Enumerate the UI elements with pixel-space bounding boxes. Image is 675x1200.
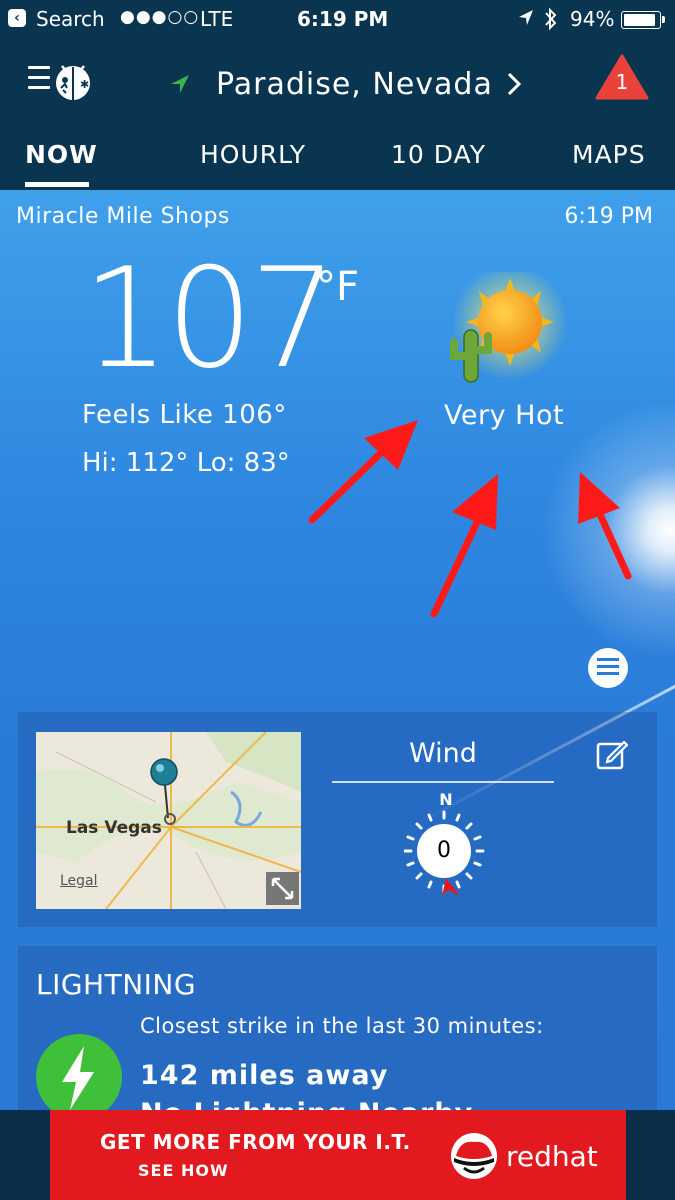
map-wind-card: Las Vegas Legal Wind N 0 (18, 712, 657, 927)
current-temperature: 107 (82, 238, 337, 399)
menu-button[interactable]: ✱ (28, 60, 98, 104)
status-bar: ‹ Search ●●●○○ LTE 6:19 PM 94% (0, 0, 675, 38)
edit-icon[interactable] (596, 738, 628, 770)
now-view[interactable]: Miracle Mile Shops 6:19 PM 107 °F Feels … (0, 190, 675, 1110)
ad-headline: GET MORE FROM YOUR I.T. (100, 1130, 411, 1154)
annotation-arrow-icon (578, 472, 632, 580)
ad-brand: redhat (506, 1140, 598, 1173)
details-list-button[interactable] (588, 648, 628, 688)
clock: 6:19 PM (297, 7, 389, 31)
station-name[interactable]: Miracle Mile Shops (16, 204, 230, 229)
feels-like: Feels Like 106° (82, 400, 287, 430)
carrier-label: LTE (200, 7, 234, 31)
weatherbug-logo-icon: ✱ (56, 65, 90, 100)
lightning-status: No Lightning Nearby (140, 1098, 473, 1110)
temperature-unit: °F (316, 264, 360, 310)
wind-title: Wind (409, 738, 477, 769)
chevron-right-icon (507, 72, 521, 96)
redhat-ad-banner[interactable]: GET MORE FROM YOUR I.T. SEE HOW redhat (50, 1110, 626, 1200)
battery-percent: 94% (570, 7, 615, 31)
bluetooth-icon (545, 7, 557, 31)
expand-icon (271, 877, 294, 900)
location-name: Paradise, Nevada (216, 66, 493, 102)
signal-strength: ●●●○○ (120, 7, 200, 27)
observation-time: 6:19 PM (564, 204, 653, 229)
current-location-icon (171, 75, 189, 93)
active-tab-indicator (25, 182, 89, 187)
ad-bar: GET MORE FROM YOUR I.T. SEE HOW redhat (0, 1110, 675, 1200)
battery-fill (624, 14, 655, 26)
compass-north-label: N (439, 790, 453, 809)
map-legal-link[interactable]: Legal (60, 873, 98, 889)
tab-10-day[interactable]: 10 DAY (391, 140, 486, 169)
expand-map-button[interactable] (266, 872, 299, 905)
lightning-subtitle: Closest strike in the last 30 minutes: (140, 1014, 544, 1038)
hamburger-icon (28, 66, 50, 96)
app-header: ✱ Paradise, Nevada 1 NOW HOURLY 10 DAY M… (0, 38, 675, 190)
ad-cta[interactable]: SEE HOW (138, 1161, 229, 1180)
mini-map[interactable]: Las Vegas Legal (36, 732, 301, 909)
condition-label: Very Hot (444, 400, 565, 431)
tab-hourly[interactable]: HOURLY (200, 140, 306, 169)
map-city-label: Las Vegas (66, 818, 162, 838)
svg-text:✱: ✱ (80, 78, 89, 91)
battery-icon (621, 11, 665, 29)
lightning-title: LIGHTNING (36, 968, 197, 1001)
tab-maps[interactable]: MAPS (572, 140, 646, 169)
back-icon[interactable]: ‹ (8, 9, 26, 27)
annotation-arrow-icon (308, 420, 418, 524)
wind-speed: 0 (437, 838, 451, 863)
weather-alert-button[interactable]: 1 (595, 54, 649, 100)
tab-now[interactable]: NOW (25, 140, 98, 169)
hi-lo-temps: Hi: 112° Lo: 83° (82, 448, 290, 478)
location-services-icon (519, 10, 533, 25)
lightning-bolt-icon (36, 1034, 122, 1110)
back-to-search-link[interactable]: Search (36, 7, 105, 31)
annotation-arrow-icon (430, 474, 498, 618)
location-selector[interactable]: Paradise, Nevada (170, 64, 521, 104)
wind-divider (332, 781, 554, 783)
alert-count: 1 (615, 70, 629, 94)
lightning-distance: 142 miles away (140, 1060, 389, 1091)
lightning-card[interactable]: LIGHTNING Closest strike in the last 30 … (18, 946, 657, 1110)
redhat-logo-icon (451, 1133, 497, 1179)
wind-compass: N 0 (404, 790, 488, 896)
tab-bar: NOW HOURLY 10 DAY MAPS (0, 138, 675, 190)
sun-cactus-icon (450, 272, 568, 383)
